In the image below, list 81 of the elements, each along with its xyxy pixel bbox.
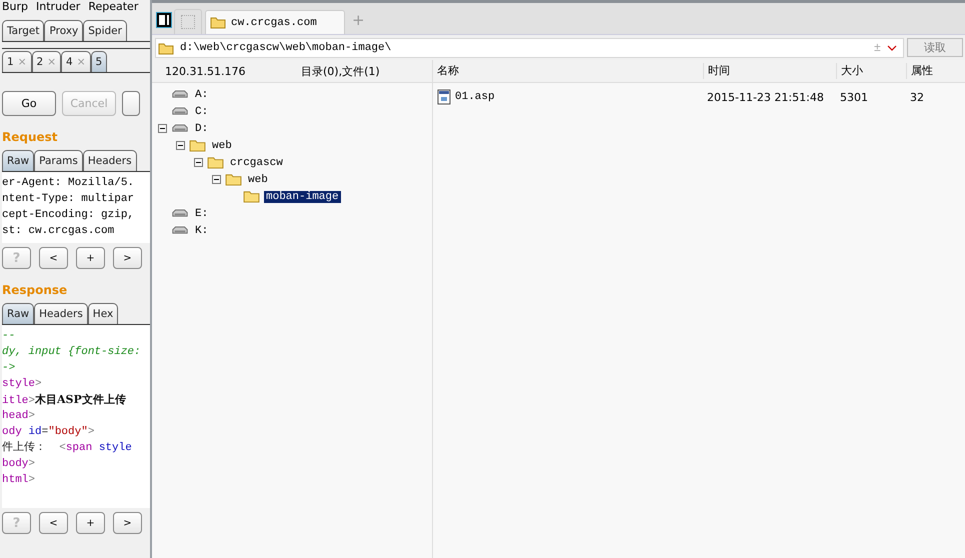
nav-button[interactable]: < [39,247,68,269]
drive-icon [171,107,189,116]
repeater-tab[interactable]: 4 × [61,51,90,72]
drive-icon [171,209,189,218]
file-name[interactable]: 01.asp [455,91,495,103]
code-line: -- [2,329,16,344]
code-line: 件上传： <span style [2,440,133,456]
tree-item[interactable]: E: [193,208,210,220]
code-line: style> [2,377,43,392]
editor-tab[interactable]: Raw [2,303,34,324]
table-cell-text: 32 [909,90,925,104]
browser-tab[interactable]: cw.crcgas.com [205,10,345,34]
code-line: er-Agent: Mozilla/5. [2,176,136,191]
tree-item[interactable]: A: [193,88,210,100]
tool-tab[interactable]: Spider [83,20,127,41]
tool-tab[interactable]: Target [2,20,44,41]
nav-button[interactable]: > [113,247,142,269]
folder-icon [225,173,242,186]
code-line: ntent-Type: multipar [2,192,136,207]
code-line: st: cw.crcgas.com [2,224,116,239]
section-title: Request [2,130,59,144]
drive-icon [171,90,189,99]
menu-item[interactable]: Repeater [88,0,138,14]
drive-icon [171,226,189,235]
tree-item[interactable]: K: [193,224,210,236]
nav-button[interactable]: + [76,512,105,534]
toolbar-button[interactable] [122,91,140,116]
column-header[interactable]: 大小 [836,63,906,79]
action-button[interactable]: Go [2,91,56,116]
menu-item[interactable]: Burp [2,0,28,14]
tree-item[interactable]: C: [193,106,210,118]
column-header[interactable]: 名称 [433,63,703,79]
collapse-toggle-icon[interactable] [212,175,221,184]
repeater-tab[interactable]: 1 × [2,51,32,72]
code-line: -> [2,361,16,376]
host-address: 120.31.51.176 [164,64,246,78]
code-line: html> [2,473,36,488]
tree-item[interactable]: web [210,140,234,152]
chevron-down-icon[interactable] [887,45,897,51]
directory-summary: 目录(0),文件(1) [301,64,380,78]
drive-icon [171,124,189,133]
code-line: dy, input {font-size: [2,345,142,360]
table-cell-text: 5301 [839,90,869,104]
code-line: head> [2,409,36,424]
folder-icon [210,16,226,29]
tree-item[interactable]: D: [193,122,210,134]
editor-tab[interactable]: Hex [88,303,118,324]
code-line: cept-Encoding: gzip, [2,208,136,223]
nav-button[interactable]: > [113,512,142,534]
script-file-icon [437,89,451,105]
collapse-toggle-icon[interactable] [158,124,167,133]
table-cell-text: 2015-11-23 21:51:48 [706,90,825,104]
folder-icon [189,139,206,152]
menu-item[interactable]: Intruder [36,0,80,14]
folder-icon [207,156,224,169]
code-line: ody id="body"> [2,425,96,440]
section-title: Response [2,283,68,297]
repeater-tab[interactable]: 5 [90,51,108,72]
panel-toggle-icon[interactable] [157,13,171,27]
code-line: body> [2,457,36,472]
path-field[interactable]: d:\web\crcgascw\web\moban-image\ ± [155,38,904,58]
collapse-toggle-icon[interactable] [194,158,203,167]
folder-icon [243,190,260,203]
code-line: itle>木目ASP文件上传 [2,392,127,408]
editor-tab[interactable]: Raw [2,150,34,171]
editor-tab[interactable]: Params [34,150,83,171]
editor-tab[interactable]: Headers [34,303,88,324]
nav-button[interactable]: < [39,512,68,534]
editor-tab[interactable]: Headers [82,150,137,171]
tree-item[interactable]: moban-image [264,190,341,202]
collapse-toggle-icon[interactable] [176,141,185,150]
tree-item[interactable]: crcgascw [228,156,285,168]
read-button[interactable]: 读取 [907,38,963,57]
nav-button[interactable]: + [76,247,105,269]
tool-tab[interactable]: Proxy [44,20,84,41]
column-header[interactable]: 时间 [703,63,836,79]
tree-item[interactable]: web [246,174,270,186]
folder-icon [158,42,174,54]
path-text: d:\web\crcgascw\web\moban-image\ [180,42,392,54]
repeater-tab[interactable]: 2 × [32,51,61,72]
column-header[interactable]: 属性 [906,63,965,79]
